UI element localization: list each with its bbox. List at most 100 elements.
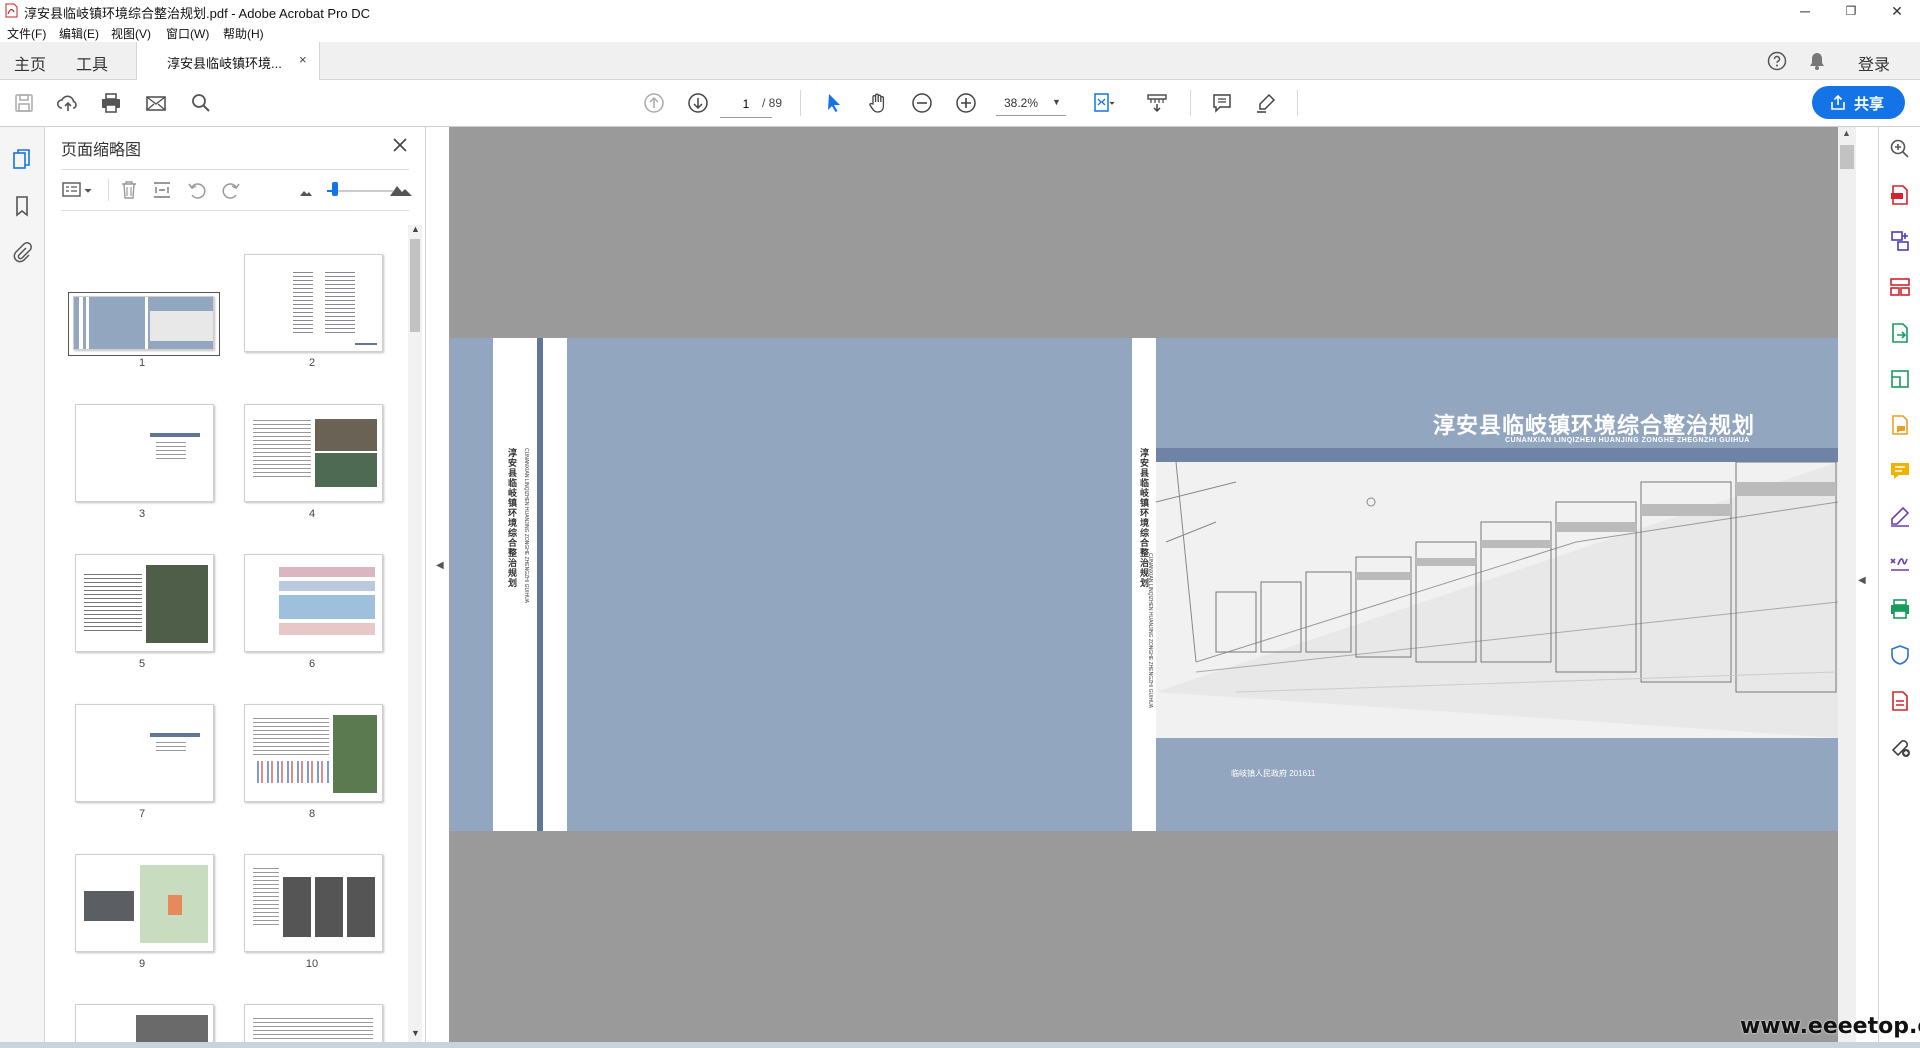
fit-page-icon[interactable]	[1091, 91, 1115, 115]
cover-dark-band	[1156, 448, 1838, 462]
delete-page-icon[interactable]	[118, 179, 140, 201]
tools-tab[interactable]: 工具	[76, 51, 108, 75]
menu-view[interactable]: 视图(V)	[111, 25, 151, 42]
comment-tool-icon[interactable]	[1210, 91, 1234, 115]
protect-icon[interactable]	[1888, 643, 1912, 667]
menu-file[interactable]: 文件(F)	[7, 25, 46, 42]
rotate-left-icon[interactable]	[186, 179, 208, 201]
edit-pdf-icon[interactable]	[1888, 367, 1912, 391]
thumbnail-page-2[interactable]	[244, 254, 383, 352]
send-for-signature-icon[interactable]	[1888, 551, 1912, 575]
scroll-down-icon[interactable]: ▼	[411, 1028, 420, 1038]
print-icon[interactable]	[99, 91, 123, 115]
pdf-standards-icon[interactable]	[1888, 689, 1912, 713]
pages-icon[interactable]	[11, 148, 33, 170]
thumbnail-page-3[interactable]	[75, 404, 214, 502]
organize-pages-icon[interactable]	[1888, 275, 1912, 299]
thumbnail-number: 6	[308, 658, 316, 670]
zoom-tool-icon[interactable]	[1888, 137, 1912, 161]
thumb-photo-grid	[283, 877, 375, 937]
thumb-photo	[136, 1015, 208, 1042]
close-tab-icon[interactable]: ×	[299, 52, 307, 67]
pdf-page-cover: 淳安县临岐镇环境综合整治规划 CUNANXIAN LINQIZHEN HUANJ…	[449, 338, 1838, 831]
email-icon[interactable]	[144, 91, 168, 115]
panel-divider	[61, 210, 409, 211]
menu-help[interactable]: 帮助(H)	[223, 25, 264, 42]
thumbnail-page-4[interactable]	[244, 404, 383, 502]
notification-bell-icon[interactable]	[1808, 51, 1826, 71]
thumb-diagram-row	[279, 623, 375, 635]
toolbar-divider	[1190, 90, 1191, 116]
upload-cloud-icon[interactable]	[56, 91, 80, 115]
search-icon[interactable]	[189, 91, 213, 115]
thumbnail-page-5[interactable]	[75, 554, 214, 652]
thumbnail-options-icon[interactable]	[61, 179, 95, 201]
thumbnail-page-9[interactable]	[75, 854, 214, 952]
cover-publisher: 临岐镇人民政府 201611	[1231, 769, 1316, 778]
attachment-icon[interactable]	[11, 241, 33, 263]
scroll-up-icon[interactable]: ▲	[411, 224, 420, 234]
hand-tool-icon[interactable]	[866, 91, 890, 115]
large-thumbnail-icon[interactable]	[389, 181, 413, 197]
thumbnail-page-11[interactable]	[75, 1004, 214, 1042]
maximize-button[interactable]: ❐	[1828, 0, 1874, 22]
document-tab[interactable]: 淳安县临岐镇环境... ×	[136, 42, 320, 80]
thumb-footer	[355, 343, 377, 345]
home-tab[interactable]: 主页	[14, 51, 46, 75]
save-icon[interactable]	[12, 91, 36, 115]
select-cursor-icon[interactable]	[822, 91, 846, 115]
doc-scroll-up-icon[interactable]: ▲	[1842, 128, 1851, 138]
help-icon[interactable]	[1767, 51, 1787, 71]
collapse-left-panel-icon[interactable]: ◀	[436, 560, 444, 571]
previous-page-icon[interactable]	[642, 91, 666, 115]
comment-icon[interactable]	[1888, 459, 1912, 483]
close-panel-icon[interactable]	[391, 136, 409, 154]
highlight-pen-icon[interactable]	[1254, 91, 1278, 115]
zoom-in-icon[interactable]	[954, 91, 978, 115]
export-pdf-icon[interactable]	[1888, 321, 1912, 345]
send-for-comments-icon[interactable]	[1888, 413, 1912, 437]
combine-files-icon[interactable]	[1888, 229, 1912, 253]
panel-title: 页面缩略图	[61, 142, 142, 159]
menu-edit[interactable]: 编辑(E)	[59, 25, 99, 42]
scroll-mode-icon[interactable]	[1145, 91, 1169, 115]
menu-window[interactable]: 窗口(W)	[166, 25, 209, 42]
small-thumbnail-icon[interactable]	[299, 185, 313, 197]
zoom-level-select[interactable]: 38.2% ▼	[996, 91, 1066, 116]
thumbnail-page-1[interactable]	[73, 296, 214, 350]
more-tools-icon[interactable]	[1888, 735, 1912, 759]
next-page-icon[interactable]	[686, 91, 710, 115]
slider-handle[interactable]	[332, 182, 338, 196]
share-button[interactable]: 共享	[1812, 86, 1905, 119]
document-view[interactable]: 淳安县临岐镇环境综合整治规划 CUNANXIAN LINQIZHEN HUANJ…	[449, 127, 1838, 1042]
thumb-text-lines	[84, 571, 142, 631]
print-production-icon[interactable]	[1888, 597, 1912, 621]
toolbar-divider	[1297, 90, 1298, 116]
tab-bar: 主页 工具 淳安县临岐镇环境... × 登录	[0, 42, 1920, 80]
thumb-text-lines	[253, 417, 311, 477]
thumbnail-number: 10	[305, 958, 319, 970]
cover-title: 淳安县临岐镇环境综合整治规划	[1433, 414, 1756, 439]
rotate-right-icon[interactable]	[220, 179, 242, 201]
thumbnail-page-6[interactable]	[244, 554, 383, 652]
create-pdf-icon[interactable]	[1888, 183, 1912, 207]
scrollbar-thumb[interactable]	[410, 239, 420, 332]
thumbnail-page-8[interactable]	[244, 704, 383, 802]
thumbnail-scrollbar[interactable]	[408, 225, 422, 1042]
close-window-button[interactable]: ✕	[1874, 0, 1920, 22]
thumbnail-page-12[interactable]	[244, 1004, 383, 1042]
login-link[interactable]: 登录	[1858, 51, 1890, 75]
fill-sign-icon[interactable]	[1888, 505, 1912, 529]
document-scrollbar[interactable]	[1838, 127, 1856, 1042]
document-scrollbar-thumb[interactable]	[1840, 145, 1854, 169]
thumb-photo	[333, 715, 377, 793]
thumbnail-page-10[interactable]	[244, 854, 383, 952]
thumbnail-page-7[interactable]	[75, 704, 214, 802]
thumb-cover-image	[150, 311, 213, 341]
zoom-out-icon[interactable]	[910, 91, 934, 115]
cover-subtitle: CUNANXIAN LINQIZHEN HUANJING ZONGHE ZHEG…	[1505, 437, 1750, 444]
extract-pages-icon[interactable]	[151, 179, 173, 201]
collapse-right-pane-icon[interactable]: ◀	[1858, 575, 1866, 586]
bookmark-icon[interactable]	[12, 195, 32, 217]
minimize-button[interactable]: ─	[1782, 0, 1828, 22]
